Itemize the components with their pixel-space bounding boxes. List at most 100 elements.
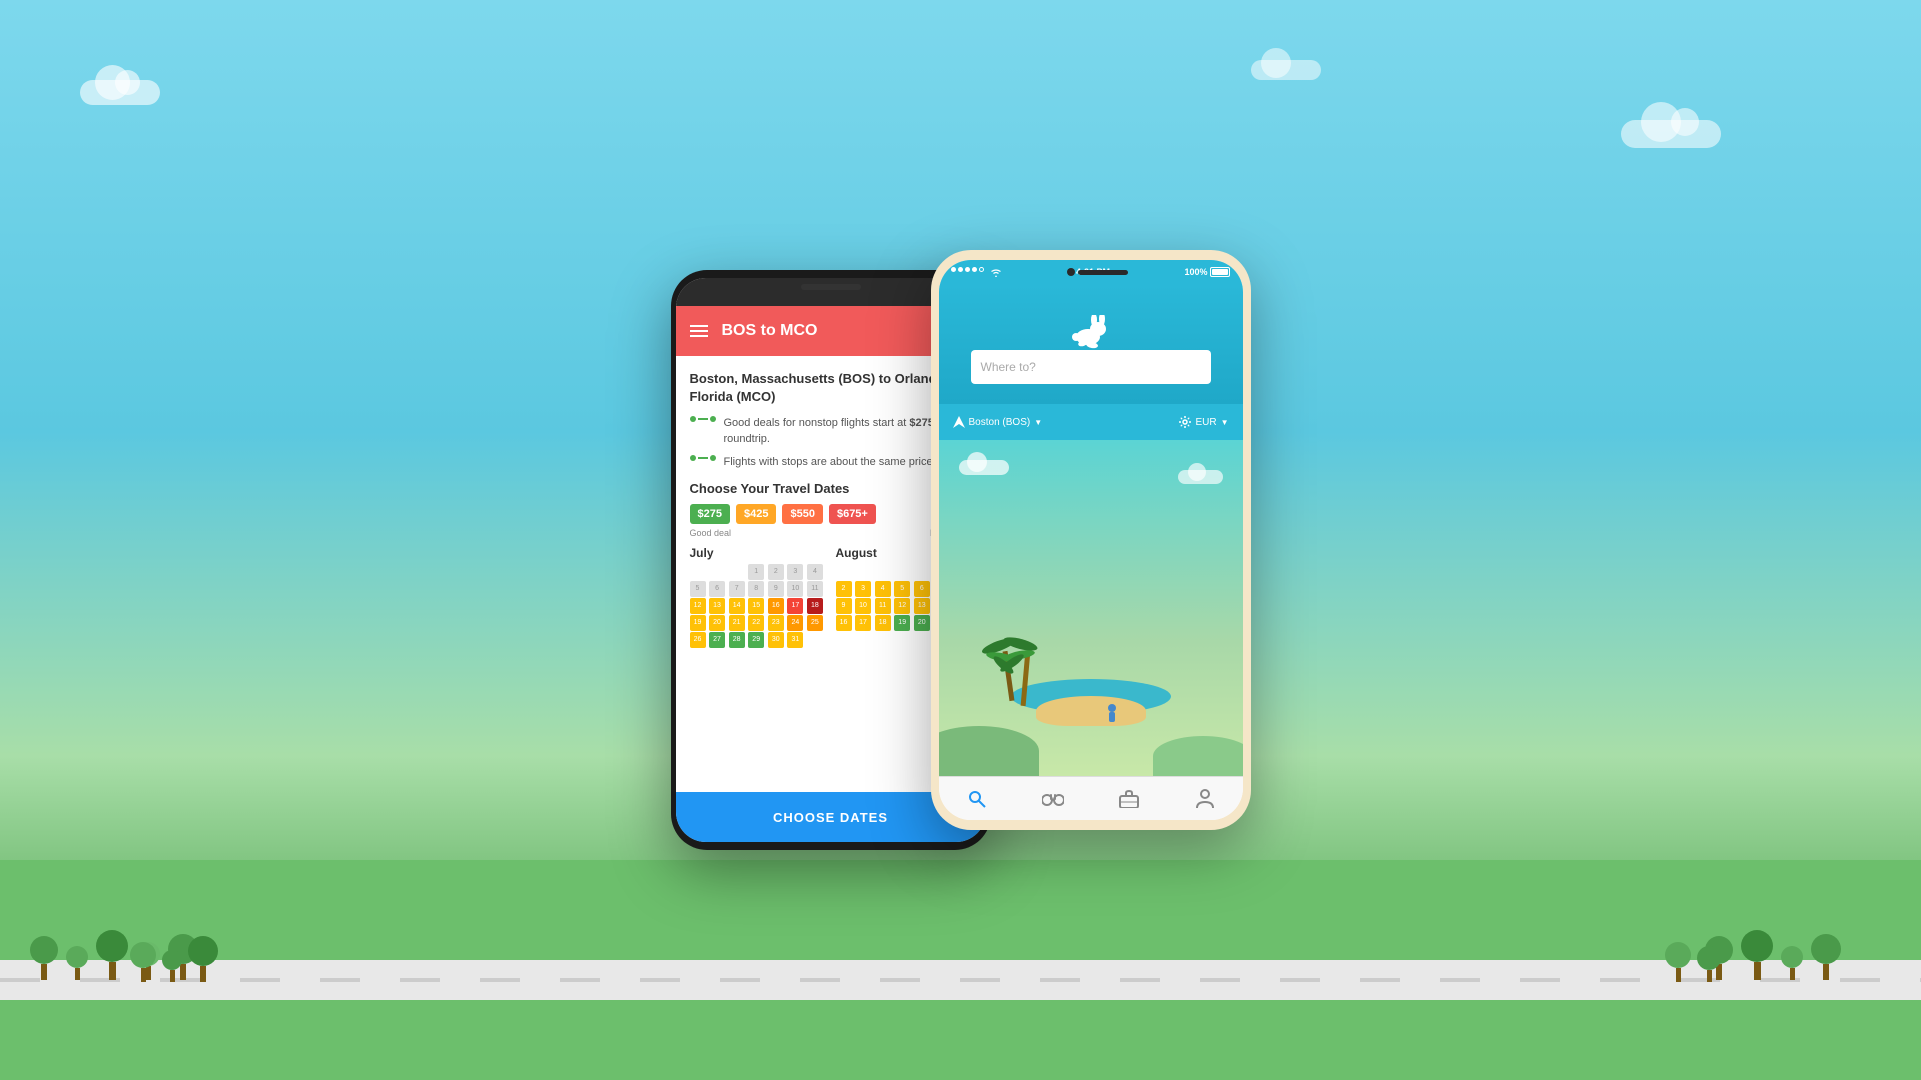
cal-empty — [709, 564, 725, 580]
cal-cell[interactable]: 19 — [690, 615, 706, 631]
iphone-speaker — [1078, 270, 1128, 275]
illus-cloud-1 — [959, 460, 1009, 475]
ios-search-bar[interactable]: Where to? — [971, 350, 1211, 384]
binoculars-icon — [1042, 790, 1064, 808]
nav-explore[interactable] — [1041, 787, 1065, 811]
cloud-right — [1621, 120, 1721, 148]
iphone-inner: 4:21 PM 100% — [939, 260, 1243, 820]
dot-line-icon-1 — [690, 416, 716, 422]
cal-cell[interactable]: 19 — [894, 615, 910, 631]
cal-cell[interactable]: 12 — [690, 598, 706, 614]
cal-cell[interactable]: 10 — [855, 598, 871, 614]
month-july-label: July — [690, 546, 826, 560]
cal-cell[interactable]: 3 — [855, 581, 871, 597]
ios-battery-icon — [1210, 267, 1230, 277]
cal-cell[interactable]: 7 — [729, 581, 745, 597]
cal-cell[interactable]: 18 — [807, 598, 823, 614]
cal-cell[interactable]: 30 — [768, 632, 784, 648]
cal-cell[interactable]: 25 — [807, 615, 823, 631]
cal-empty — [836, 564, 852, 580]
cal-cell[interactable]: 11 — [875, 598, 891, 614]
price-badge-exp: $675+ — [829, 504, 876, 524]
price-badge-high: $550 — [782, 504, 822, 524]
cal-cell[interactable]: 9 — [768, 581, 784, 597]
cal-empty — [914, 564, 930, 580]
cal-cell[interactable]: 6 — [709, 581, 725, 597]
nav-trips[interactable] — [1117, 787, 1141, 811]
cal-cell[interactable]: 3 — [787, 564, 803, 580]
cal-empty — [875, 564, 891, 580]
location-icon — [953, 416, 965, 428]
cal-cell[interactable]: 12 — [894, 598, 910, 614]
info-text-2: Flights with stops are about the same pr… — [724, 455, 936, 470]
dot-line-icon-2 — [690, 455, 716, 461]
price-badge-good: $275 — [690, 504, 730, 524]
illus-cloud-2 — [1178, 470, 1223, 484]
menu-icon[interactable] — [690, 325, 708, 337]
ios-location-chevron: ▼ — [1034, 418, 1042, 427]
cal-cell[interactable]: 4 — [875, 581, 891, 597]
ios-battery-fill — [1212, 269, 1228, 275]
cal-cell[interactable]: 26 — [690, 632, 706, 648]
cal-cell[interactable]: 17 — [855, 615, 871, 631]
section-title: Choose Your Travel Dates — [690, 481, 972, 496]
search-icon — [967, 789, 987, 809]
ios-main-content — [939, 440, 1243, 776]
cal-cell[interactable]: 1 — [748, 564, 764, 580]
cal-cell[interactable]: 13 — [709, 598, 725, 614]
cal-cell[interactable]: 13 — [914, 598, 930, 614]
ios-dot-3 — [965, 267, 970, 272]
cal-cell[interactable]: 18 — [875, 615, 891, 631]
cal-empty — [894, 564, 910, 580]
cal-cell[interactable]: 28 — [729, 632, 745, 648]
right-trees — [1705, 930, 1841, 980]
hill-left — [939, 726, 1039, 776]
phones-container: 3G BOS to MCO Boston, Massachusetts (BOS… — [671, 230, 1251, 850]
cal-cell[interactable]: 11 — [807, 581, 823, 597]
ios-app-header: Where to? — [939, 284, 1243, 404]
cal-cell[interactable]: 5 — [894, 581, 910, 597]
ios-location-option[interactable]: Boston (BOS) ▼ — [953, 416, 1043, 428]
ios-battery-percent: 100% — [1184, 267, 1207, 277]
app-header-title: BOS to MCO — [722, 322, 818, 340]
cal-cell[interactable]: 16 — [836, 615, 852, 631]
cal-cell[interactable]: 17 — [787, 598, 803, 614]
ios-currency-option[interactable]: EUR ▼ — [1179, 416, 1228, 428]
cal-cell[interactable]: 22 — [748, 615, 764, 631]
legend-left: Good deal — [690, 528, 732, 538]
island-scene — [1011, 679, 1171, 726]
cal-cell[interactable]: 23 — [768, 615, 784, 631]
briefcase-icon — [1119, 790, 1139, 808]
cal-cell[interactable]: 10 — [787, 581, 803, 597]
right-trees-2 — [1665, 942, 1721, 982]
cal-cell[interactable]: 16 — [768, 598, 784, 614]
cal-cell[interactable]: 31 — [787, 632, 803, 648]
left-trees-2 — [130, 936, 218, 982]
nav-profile[interactable] — [1193, 787, 1217, 811]
cal-cell[interactable]: 5 — [690, 581, 706, 597]
cal-cell[interactable]: 21 — [729, 615, 745, 631]
cal-cell[interactable]: 27 — [709, 632, 725, 648]
cal-cell[interactable]: 20 — [914, 615, 930, 631]
cal-cell[interactable]: 9 — [836, 598, 852, 614]
cal-cell[interactable]: 15 — [748, 598, 764, 614]
cal-empty — [690, 564, 706, 580]
ios-location-label: Boston (BOS) — [969, 417, 1031, 428]
cal-cell[interactable]: 20 — [709, 615, 725, 631]
cal-cell[interactable]: 2 — [836, 581, 852, 597]
cloud-center — [1251, 60, 1321, 80]
cal-cell[interactable]: 6 — [914, 581, 930, 597]
ios-dot-2 — [958, 267, 963, 272]
choose-dates-label: CHOOSE DATES — [773, 810, 888, 825]
ios-bottom-nav — [939, 776, 1243, 820]
palm-tree-2 — [1023, 651, 1028, 706]
nav-search[interactable] — [965, 787, 989, 811]
cal-cell[interactable]: 8 — [748, 581, 764, 597]
person-icon — [1196, 789, 1214, 809]
cal-cell[interactable]: 29 — [748, 632, 764, 648]
cal-cell[interactable]: 4 — [807, 564, 823, 580]
cal-cell[interactable]: 2 — [768, 564, 784, 580]
cal-cell[interactable]: 14 — [729, 598, 745, 614]
cal-cell[interactable]: 24 — [787, 615, 803, 631]
legend-labels: Good deal Expensive — [690, 528, 972, 538]
